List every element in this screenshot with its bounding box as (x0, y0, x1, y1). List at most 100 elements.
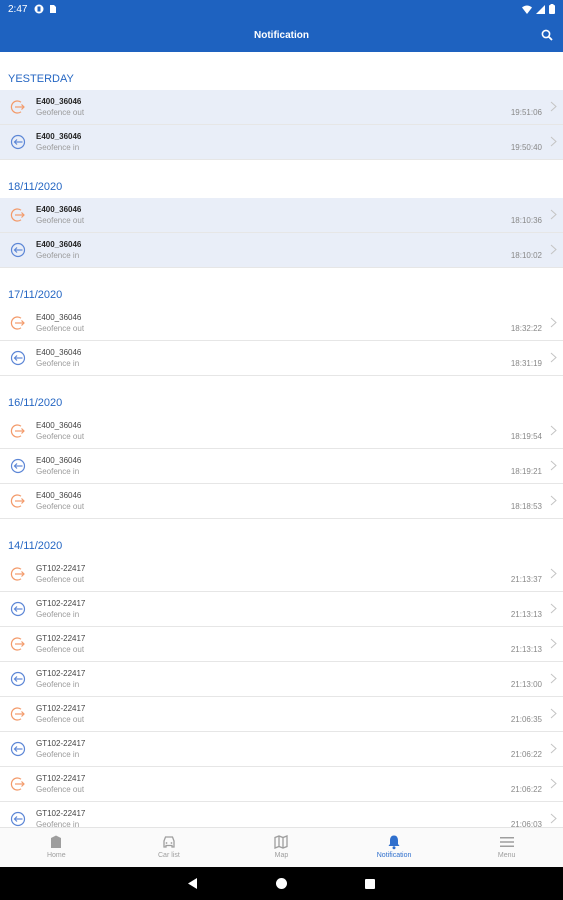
nav-item-label: Menu (497, 852, 516, 859)
notification-device: E400_36046 (36, 421, 82, 430)
notification-row[interactable]: E400_36046 Geofence out 18:19:54 (0, 414, 563, 449)
geofence-in-icon (10, 134, 26, 150)
notification-event: Geofence out (36, 645, 85, 654)
notification-time: 18:31:19 (510, 359, 542, 368)
chevron-right-icon (550, 495, 557, 506)
section-date-header: 16/11/2020 (8, 397, 63, 409)
cell-signal-icon (536, 4, 545, 14)
notification-event: Geofence out (36, 502, 85, 511)
geofence-out-icon (10, 566, 26, 582)
app-bar: Notification (0, 18, 563, 52)
notification-time: 21:13:00 (510, 680, 542, 689)
nav-item-map[interactable]: Map (225, 828, 338, 867)
wifi-icon (522, 5, 532, 14)
chevron-right-icon (550, 568, 557, 579)
app-notification-icon (34, 4, 44, 14)
notification-event: Geofence in (36, 610, 80, 619)
notification-event: Geofence in (36, 750, 80, 759)
geofence-out-icon (10, 207, 26, 223)
recents-icon[interactable] (365, 878, 375, 889)
notification-time: 18:19:54 (510, 432, 542, 441)
notification-row[interactable]: E400_36046 Geofence out 18:32:22 (0, 306, 563, 341)
notification-time: 21:06:03 (510, 820, 542, 827)
notification-row[interactable]: GT102-22417 Geofence out 21:13:13 (0, 627, 563, 662)
nav-item-label: Map (274, 852, 289, 859)
notification-device: GT102-22417 (36, 809, 86, 818)
notification-device: E400_36046 (36, 132, 82, 141)
geofence-out-icon (10, 776, 26, 792)
notification-row[interactable]: E400_36046 Geofence in 18:31:19 (0, 341, 563, 376)
notification-event: Geofence in (36, 143, 80, 152)
notification-row[interactable]: GT102-22417 Geofence out 21:06:22 (0, 767, 563, 802)
notification-row[interactable]: GT102-22417 Geofence out 21:13:37 (0, 557, 563, 592)
nav-item-label: Home (46, 852, 66, 859)
notification-time: 18:10:36 (510, 216, 542, 225)
chevron-right-icon (550, 603, 557, 614)
search-button[interactable] (539, 27, 555, 43)
home-circle-icon[interactable] (276, 878, 287, 889)
geofence-out-icon (10, 493, 26, 509)
notification-row[interactable]: GT102-22417 Geofence in 21:13:00 (0, 662, 563, 697)
home-icon (48, 834, 64, 852)
notification-row[interactable]: E400_36046 Geofence in 18:19:21 (0, 449, 563, 484)
page-title: Notification (254, 29, 309, 41)
geofence-in-icon (10, 350, 26, 366)
notification-event: Geofence in (36, 820, 80, 827)
notification-event: Geofence in (36, 680, 80, 689)
notification-row[interactable]: E400_36046 Geofence in 18:10:02 (0, 233, 563, 268)
notification-device: GT102-22417 (36, 634, 86, 643)
notification-row[interactable]: E400_36046 Geofence out 18:10:36 (0, 198, 563, 233)
notification-event: Geofence out (36, 216, 85, 225)
nav-item-notification[interactable]: Notification (338, 828, 451, 867)
nav-item-label: Car list (158, 852, 180, 859)
geofence-out-icon (10, 636, 26, 652)
nav-item-label: Notification (376, 852, 412, 859)
battery-icon (549, 4, 555, 14)
notification-time: 19:50:40 (510, 143, 542, 152)
bottom-navigation: Home Car list Map Notification Menu (0, 827, 563, 867)
notification-list[interactable]: YESTERDAY E400_36046 Geofence out 19:51:06 E… (0, 52, 563, 827)
notification-event: Geofence in (36, 251, 80, 260)
notification-device: E400_36046 (36, 348, 82, 357)
notification-device: E400_36046 (36, 240, 82, 249)
nav-item-menu[interactable]: Menu (450, 828, 563, 867)
section-date-header: 17/11/2020 (8, 289, 63, 301)
geofence-in-icon (10, 242, 26, 258)
notification-row[interactable]: GT102-22417 Geofence in 21:06:22 (0, 732, 563, 767)
notification-device: GT102-22417 (36, 704, 86, 713)
notification-event: Geofence out (36, 432, 85, 441)
chevron-right-icon (550, 317, 557, 328)
notification-event: Geofence in (36, 359, 80, 368)
geofence-in-icon (10, 601, 26, 617)
chevron-right-icon (550, 673, 557, 684)
notification-row[interactable]: GT102-22417 Geofence in 21:06:03 (0, 802, 563, 827)
back-icon[interactable] (188, 878, 198, 889)
notification-device: E400_36046 (36, 456, 82, 465)
notification-row[interactable]: GT102-22417 Geofence in 21:13:13 (0, 592, 563, 627)
status-bar: 2:47 (0, 0, 563, 18)
nav-item-car-list[interactable]: Car list (113, 828, 226, 867)
notification-row[interactable]: E400_36046 Geofence out 18:18:53 (0, 484, 563, 519)
notification-time: 18:18:53 (510, 502, 542, 511)
geofence-in-icon (10, 741, 26, 757)
chevron-right-icon (550, 708, 557, 719)
notification-event: Geofence out (36, 715, 85, 724)
chevron-right-icon (550, 638, 557, 649)
notification-row[interactable]: E400_36046 Geofence in 19:50:40 (0, 125, 563, 160)
map-icon (273, 834, 289, 852)
nav-item-home[interactable]: Home (0, 828, 113, 867)
notification-device: E400_36046 (36, 491, 82, 500)
chevron-right-icon (550, 425, 557, 436)
notification-device: E400_36046 (36, 97, 82, 106)
notification-time: 21:13:37 (510, 575, 542, 584)
notification-time: 18:10:02 (510, 251, 542, 260)
chevron-right-icon (550, 813, 557, 824)
notification-row[interactable]: GT102-22417 Geofence out 21:06:35 (0, 697, 563, 732)
notification-time: 21:06:22 (510, 750, 542, 759)
chevron-right-icon (550, 101, 557, 112)
chevron-right-icon (550, 244, 557, 255)
geofence-in-icon (10, 671, 26, 687)
sim-card-icon (50, 5, 57, 13)
chevron-right-icon (550, 460, 557, 471)
notification-row[interactable]: E400_36046 Geofence out 19:51:06 (0, 90, 563, 125)
